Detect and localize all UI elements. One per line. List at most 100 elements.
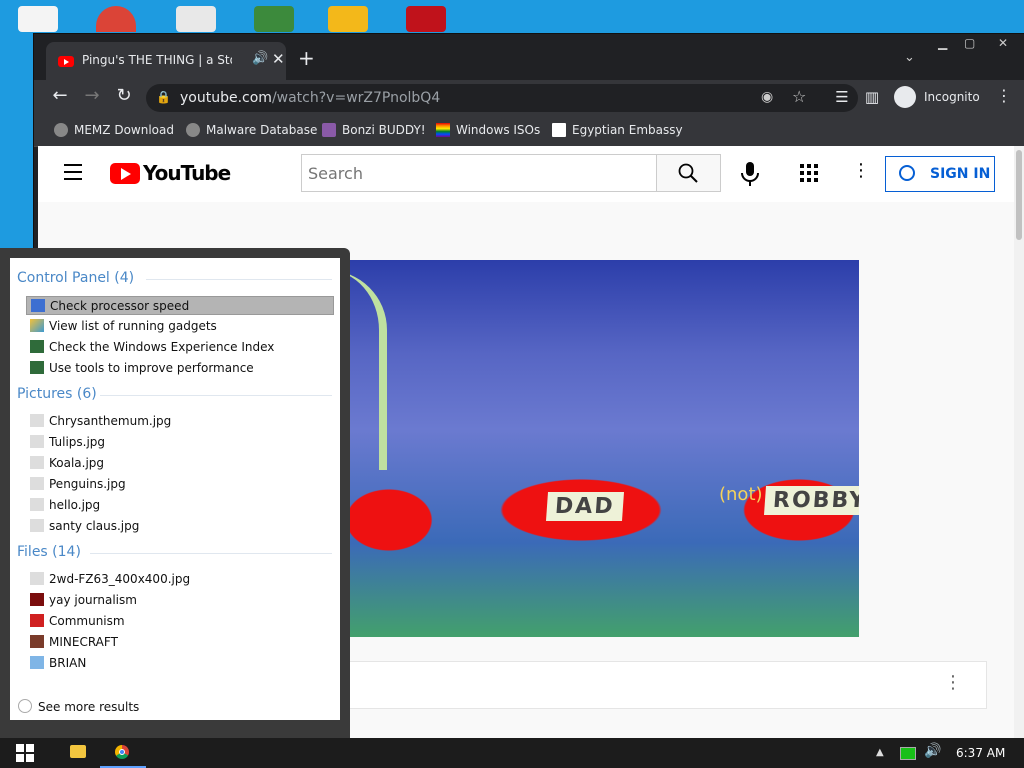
- desktop-icon-chrome[interactable]: [96, 6, 136, 32]
- result-item[interactable]: Use tools to improve performance: [26, 359, 334, 378]
- result-item[interactable]: Penguins.jpg: [26, 475, 334, 494]
- maximize-button[interactable]: ▢: [964, 36, 975, 50]
- back-icon[interactable]: ←: [48, 85, 72, 106]
- side-panel-icon[interactable]: ▥: [860, 88, 884, 106]
- show-hidden-icons-icon[interactable]: ▲: [876, 747, 884, 758]
- see-more-results-link[interactable]: See more results: [18, 699, 139, 714]
- url-text[interactable]: youtube.com/watch?v=wrZ7PnolbQ4: [180, 90, 440, 106]
- search-button[interactable]: [657, 154, 721, 192]
- youtube-favicon-icon: [58, 56, 74, 67]
- title-bar: Pingu's THE THING | a Stop m 🔊 ✕ + ⌄ ▁ ▢…: [34, 34, 1024, 80]
- results-group-title[interactable]: Control Panel (4): [17, 270, 134, 286]
- speaker-icon[interactable]: 🔊: [252, 51, 268, 66]
- file-explorer-icon[interactable]: [70, 745, 86, 758]
- taskbar-chrome-button[interactable]: [100, 738, 146, 768]
- group-divider: [146, 279, 332, 280]
- result-item[interactable]: yay journalism: [26, 591, 334, 610]
- flash-file-icon: [30, 593, 44, 606]
- minecraft-icon: [30, 635, 44, 648]
- microphone-icon[interactable]: [738, 160, 762, 188]
- result-item[interactable]: Communism: [26, 612, 334, 631]
- video-label-robby: ROBBY: [763, 486, 859, 515]
- reload-icon[interactable]: ↻: [112, 85, 136, 106]
- tab-close-icon[interactable]: ✕: [272, 50, 285, 68]
- desktop-icon-cards[interactable]: [176, 6, 216, 32]
- result-item[interactable]: Check processor speed: [26, 296, 334, 315]
- bookmark-item[interactable]: Windows ISOs: [436, 123, 540, 137]
- apps-grid-icon[interactable]: [800, 164, 818, 182]
- forward-icon[interactable]: →: [80, 85, 104, 106]
- communism-icon: [30, 614, 44, 627]
- result-item[interactable]: Tulips.jpg: [26, 433, 334, 452]
- tracking-blocked-icon[interactable]: ◉: [761, 89, 773, 105]
- bookmark-item[interactable]: Egyptian Embassy: [552, 123, 683, 137]
- windows-start-icon[interactable]: [16, 744, 34, 762]
- results-group-title[interactable]: Files (14): [17, 544, 81, 560]
- address-bar[interactable]: 🔒 youtube.com/watch?v=wrZ7PnolbQ4 ◉ ☆: [146, 84, 858, 112]
- browser-tab[interactable]: Pingu's THE THING | a Stop m 🔊 ✕: [46, 42, 286, 80]
- network-icon[interactable]: [900, 747, 916, 760]
- browser-toolbar: ← → ↻ 🔒 youtube.com/watch?v=wrZ7PnolbQ4 …: [34, 80, 1024, 116]
- taskbar: ▲ 🔊 6:37 AM: [0, 738, 1024, 768]
- image-file-icon: [30, 572, 44, 585]
- bookmarks-bar: MEMZ Download Malware Database Bonzi BUD…: [34, 116, 1024, 147]
- bookmark-item[interactable]: MEMZ Download: [54, 123, 174, 137]
- bookmark-item[interactable]: Bonzi BUDDY!: [322, 123, 426, 137]
- desktop-icon-shield[interactable]: [254, 6, 294, 32]
- clock[interactable]: 6:37 AM: [956, 746, 1005, 760]
- tab-title: Pingu's THE THING | a Stop m: [82, 53, 232, 67]
- result-item[interactable]: MINECRAFT: [26, 633, 334, 652]
- image-file-icon: [30, 456, 44, 469]
- bonzi-icon: [322, 123, 336, 137]
- new-tab-button[interactable]: +: [298, 46, 315, 70]
- bookmark-item[interactable]: Malware Database: [186, 123, 317, 137]
- lock-icon[interactable]: 🔒: [156, 90, 171, 104]
- result-item[interactable]: BRIAN: [26, 654, 334, 673]
- desktop-icon-game[interactable]: [328, 6, 368, 32]
- result-item[interactable]: Check the Windows Experience Index: [26, 338, 334, 357]
- close-window-button[interactable]: ✕: [998, 36, 1008, 50]
- reading-list-icon[interactable]: ☰: [830, 88, 854, 106]
- account-icon: [899, 165, 915, 181]
- youtube-logo-icon[interactable]: [110, 163, 140, 184]
- search-icon: [18, 699, 32, 713]
- menu-icon[interactable]: [64, 164, 82, 185]
- browser-menu-icon[interactable]: ⋮: [996, 86, 1012, 105]
- group-divider: [90, 553, 332, 554]
- image-file-icon: [30, 519, 44, 532]
- image-file-icon: [30, 414, 44, 427]
- sign-in-button[interactable]: SIGN IN: [885, 156, 995, 192]
- processor-icon: [31, 299, 45, 312]
- result-item[interactable]: hello.jpg: [26, 496, 334, 515]
- result-item[interactable]: santy claus.jpg: [26, 517, 334, 536]
- brian-icon: [30, 656, 44, 669]
- youtube-logo-text[interactable]: YouTube: [143, 161, 231, 185]
- wix-icon: [552, 123, 566, 137]
- desktop-icon-red[interactable]: [406, 6, 446, 32]
- bookmark-star-icon[interactable]: ☆: [792, 87, 806, 106]
- result-item[interactable]: Chrysanthemum.jpg: [26, 412, 334, 431]
- settings-more-icon[interactable]: ⋮: [852, 160, 870, 181]
- performance-icon: [30, 340, 44, 353]
- search-box[interactable]: [301, 154, 657, 192]
- start-menu: Control Panel (4) Check processor speed …: [0, 248, 350, 738]
- video-caption: (not): [719, 484, 763, 505]
- minimize-button[interactable]: ▁: [938, 36, 947, 50]
- results-group-title[interactable]: Pictures (6): [17, 386, 97, 402]
- result-item[interactable]: Koala.jpg: [26, 454, 334, 473]
- incognito-indicator[interactable]: Incognito ⋮: [892, 84, 1012, 112]
- scrollbar-thumb[interactable]: [1016, 150, 1022, 240]
- globe-icon: [54, 123, 68, 137]
- result-item[interactable]: 2wd-FZ63_400x400.jpg: [26, 570, 334, 589]
- more-options-icon[interactable]: ⋮: [944, 672, 962, 693]
- search-input[interactable]: [302, 155, 640, 191]
- globe-icon: [186, 123, 200, 137]
- image-file-icon: [30, 477, 44, 490]
- result-item[interactable]: View list of running gadgets: [26, 317, 334, 336]
- volume-icon[interactable]: 🔊: [924, 743, 941, 759]
- page-scrollbar[interactable]: [1014, 146, 1024, 738]
- desktop-icon-document[interactable]: [18, 6, 58, 32]
- tab-search-icon[interactable]: ⌄: [904, 50, 915, 65]
- group-divider: [100, 395, 332, 396]
- gadgets-icon: [30, 319, 44, 332]
